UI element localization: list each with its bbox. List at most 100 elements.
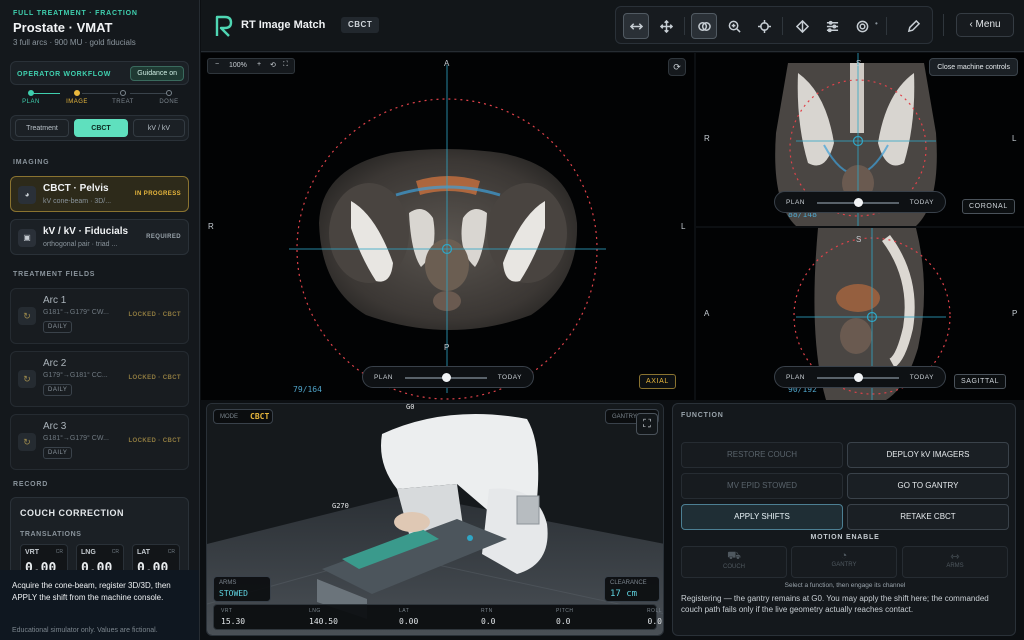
couch-enable-button[interactable]: ⛟ COUCH bbox=[681, 546, 787, 578]
fullscreen-icon[interactable]: ⛶ bbox=[283, 61, 288, 69]
plan-title: Prostate · VMAT bbox=[13, 20, 113, 35]
zoom-out-button[interactable]: − bbox=[215, 61, 219, 68]
field-sub: G181°→G179° CW... bbox=[43, 435, 109, 442]
field-title: Arc 2 bbox=[43, 358, 67, 369]
move-icon bbox=[659, 19, 673, 33]
field-lock: LOCKED · CBCT bbox=[128, 375, 181, 381]
adjust-button[interactable] bbox=[819, 13, 845, 39]
arc-icon: ↻ bbox=[18, 370, 36, 388]
readout-pitch: PITCH 0.0 bbox=[556, 608, 574, 626]
crosshair-button[interactable] bbox=[751, 13, 777, 39]
function-hint: Select a function, then engage its chann… bbox=[784, 582, 906, 589]
orient-top: S bbox=[856, 59, 862, 68]
coronal-viewport[interactable]: Close machine controls S R L 88/148 PLAN… bbox=[696, 53, 1024, 226]
restore-couch-button[interactable]: RESTORE COUCH bbox=[681, 442, 843, 468]
guidance-tooltip: Acquire the cone-beam, register 3D/3D, t… bbox=[0, 570, 199, 640]
width-level-button[interactable] bbox=[623, 13, 649, 39]
field-badge: DAILY bbox=[43, 321, 73, 333]
step-image[interactable]: IMAGE bbox=[62, 86, 92, 105]
orient-bottom: P bbox=[444, 343, 450, 352]
field-arc-2[interactable]: ↻ Arc 2 G179°→G181° CC... DAILY LOCKED ·… bbox=[10, 351, 189, 407]
deploy-kv-imagers-button[interactable]: DEPLOY kV IMAGERS bbox=[847, 442, 1009, 468]
readout-roll: ROLL 0.0 bbox=[646, 608, 662, 626]
view-tag: SAGITTAL bbox=[954, 374, 1007, 389]
orient-left: R bbox=[208, 222, 214, 231]
step-plan[interactable]: PLAN bbox=[16, 86, 46, 105]
retake-cbct-button[interactable]: RETAKE CBCT bbox=[847, 504, 1009, 530]
imaging-item-cbct[interactable]: ◕ CBCT · Pelvis kV cone-beam · 3D/... IN… bbox=[10, 176, 189, 212]
imaging-item-title: CBCT · Pelvis bbox=[43, 183, 109, 194]
refresh-icon[interactable]: ⟳ bbox=[668, 58, 686, 76]
motion-enable-header: MOTION ENABLE bbox=[810, 534, 880, 541]
field-sub: G181°→G179° CW... bbox=[43, 309, 109, 316]
gantry-label-g270: G270 bbox=[332, 502, 349, 510]
match-button[interactable] bbox=[789, 13, 815, 39]
clearance-readout: CLEARANCE 17 cm bbox=[604, 576, 660, 602]
readout-vrt: VRT 15.30 bbox=[221, 608, 246, 626]
contour-icon bbox=[856, 20, 868, 32]
arms-readout: ARMS STOWED bbox=[213, 576, 271, 602]
close-machine-controls-button[interactable]: Close machine controls bbox=[929, 58, 1018, 76]
workflow-steps: PLAN IMAGE TREAT DONE bbox=[10, 86, 180, 108]
axial-blend-slider[interactable]: PLAN TODAY bbox=[362, 366, 534, 388]
function-header: FUNCTION bbox=[681, 412, 724, 419]
pan-button[interactable] bbox=[653, 13, 679, 39]
workflow-label: OPERATOR WORKFLOW bbox=[17, 71, 111, 78]
plan-kicker: FULL TREATMENT · FRACTION bbox=[13, 10, 138, 17]
coronal-blend-slider[interactable]: PLAN TODAY bbox=[774, 191, 946, 213]
workflow-card: OPERATOR WORKFLOW Guidance on bbox=[10, 61, 189, 85]
orient-left: A bbox=[704, 309, 710, 318]
guidance-toggle[interactable]: Guidance on bbox=[130, 66, 184, 81]
step-treat[interactable]: TREAT bbox=[108, 86, 138, 105]
orient-left: R bbox=[704, 134, 710, 143]
overlay-button[interactable] bbox=[691, 13, 717, 39]
mode-chip: CBCT bbox=[341, 17, 380, 33]
readout-lat: LAT 0.00 bbox=[399, 608, 419, 626]
zoom-in-icon bbox=[728, 20, 741, 33]
step-done[interactable]: DONE bbox=[154, 86, 184, 105]
imaging-item-kvkv[interactable]: ▣ kV / kV · Fiducials orthogonal pair · … bbox=[10, 219, 189, 255]
record-header: RECORD bbox=[13, 481, 49, 488]
mode-switch: Treatment CBCT kV / kV bbox=[10, 115, 189, 141]
top-bar: RT Image Match CBCT • ‹ Menu bbox=[201, 0, 1024, 52]
reset-icon[interactable]: ⟲ bbox=[270, 61, 276, 69]
overlay-circles-icon bbox=[697, 21, 711, 31]
view-tag: AXIAL bbox=[639, 374, 676, 389]
zoom-button[interactable] bbox=[721, 13, 747, 39]
disclaimer: Educational simulator only. Values are f… bbox=[12, 627, 158, 634]
couch-icon: ⛟ bbox=[727, 550, 741, 562]
status-badge: REQUIRED bbox=[146, 234, 181, 240]
more-icon[interactable]: • bbox=[875, 19, 878, 28]
plan-subtitle: 3 full arcs · 900 MU · gold fiducials bbox=[13, 38, 136, 47]
field-arc-3[interactable]: ↻ Arc 3 G181°→G179° CW... DAILY LOCKED ·… bbox=[10, 414, 189, 470]
mode-cbct[interactable]: CBCT bbox=[74, 119, 128, 137]
zoom-in-button[interactable]: + bbox=[257, 61, 261, 68]
orient-right: L bbox=[681, 222, 686, 231]
arms-enable-button[interactable]: ⇿ ARMS bbox=[902, 546, 1008, 578]
mv-epid-stowed-button[interactable]: MV EPID STOWED bbox=[681, 473, 843, 499]
mode-treatment[interactable]: Treatment bbox=[15, 119, 69, 137]
app-logo-icon bbox=[215, 15, 233, 37]
apply-shifts-button[interactable]: APPLY SHIFTS bbox=[681, 504, 843, 530]
go-to-gantry-button[interactable]: GO TO GANTRY bbox=[847, 473, 1009, 499]
sagittal-blend-slider[interactable]: PLAN TODAY bbox=[774, 366, 946, 388]
imaging-item-sub: orthogonal pair · triad ... bbox=[43, 241, 118, 248]
annotate-button[interactable] bbox=[900, 13, 926, 39]
slider-thumb[interactable] bbox=[441, 373, 451, 382]
treatment-room-3d[interactable]: MODE CBCT GANTRY 0° ⛶ G0 G270 G90 ARMS S… bbox=[206, 403, 664, 636]
field-lock: LOCKED · CBCT bbox=[128, 438, 181, 444]
sagittal-viewport[interactable]: S A P 90/192 PLAN TODAY SAGITTAL bbox=[696, 228, 1024, 400]
field-sub: G179°→G181° CC... bbox=[43, 372, 108, 379]
mode-kvkv[interactable]: kV / kV bbox=[133, 119, 185, 137]
field-arc-1[interactable]: ↻ Arc 1 G181°→G179° CW... DAILY LOCKED ·… bbox=[10, 288, 189, 344]
slider-thumb[interactable] bbox=[853, 198, 863, 207]
axial-viewport[interactable]: − 100% + ⟲ ⛶ ⟳ A P R L PLAN TODAY AXIAL 7… bbox=[201, 53, 694, 400]
view-tag: CORONAL bbox=[962, 199, 1015, 214]
gantry-enable-button[interactable]: ◔ GANTRY bbox=[791, 546, 897, 578]
contours-button[interactable] bbox=[849, 13, 875, 39]
expand-icon[interactable]: ⛶ bbox=[636, 413, 658, 435]
orient-top: S bbox=[856, 235, 862, 244]
menu-button[interactable]: ‹ Menu bbox=[956, 13, 1014, 37]
slider-thumb[interactable] bbox=[853, 373, 863, 382]
fields-header: TREATMENT FIELDS bbox=[13, 271, 96, 278]
